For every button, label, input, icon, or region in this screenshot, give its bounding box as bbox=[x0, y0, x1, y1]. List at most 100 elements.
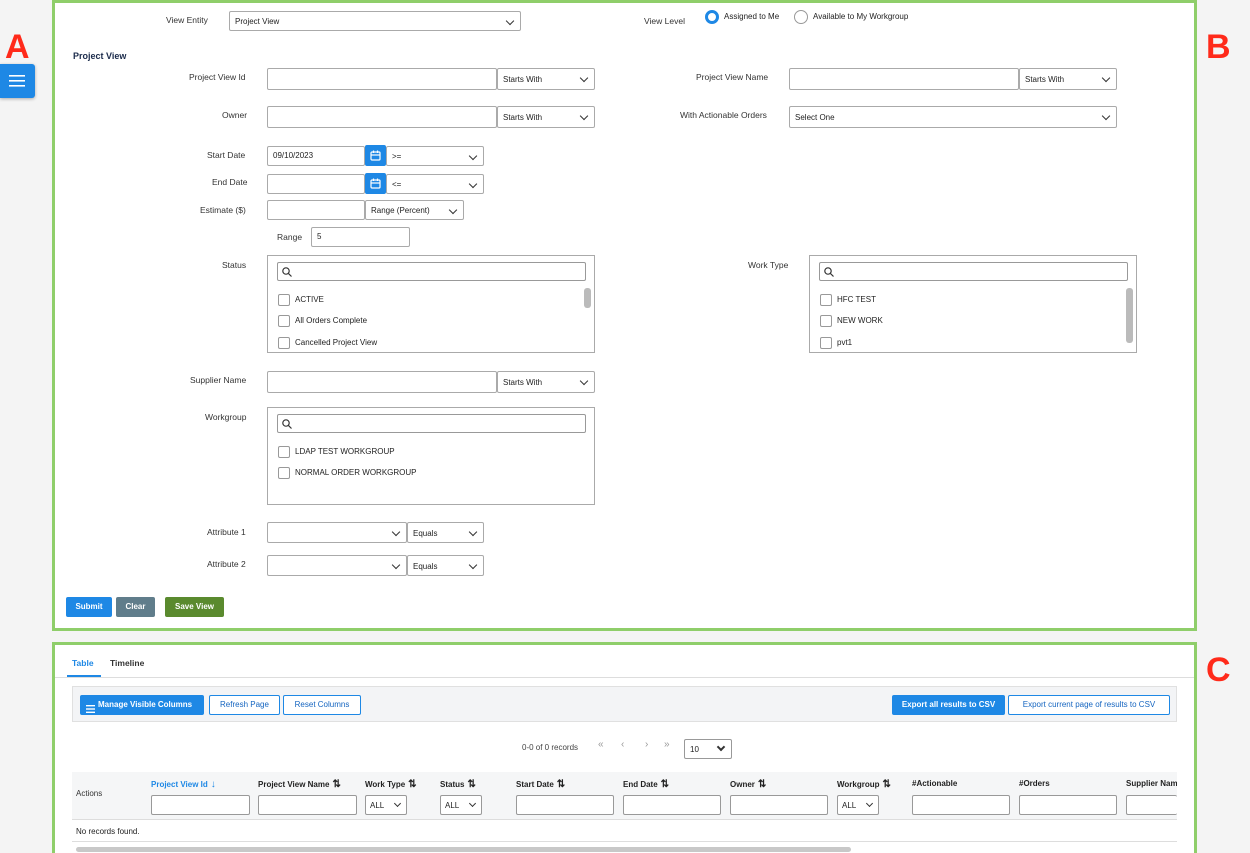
owner-input[interactable] bbox=[267, 106, 497, 128]
project-view-id-label: Project View Id bbox=[189, 72, 246, 82]
filter-start-date[interactable] bbox=[516, 795, 614, 815]
radio-label: Available to My Workgroup bbox=[813, 12, 909, 21]
filter-owner[interactable] bbox=[730, 795, 828, 815]
records-count: 0-0 of 0 records bbox=[522, 743, 579, 752]
project-view-id-input[interactable] bbox=[267, 68, 497, 90]
column-orders[interactable]: #Orders bbox=[1019, 779, 1050, 788]
column-start-date[interactable]: Start Date ⇅ bbox=[516, 779, 565, 790]
status-search-input[interactable] bbox=[277, 262, 586, 281]
range-input[interactable]: 5 bbox=[311, 227, 410, 247]
option-label: NEW WORK bbox=[837, 316, 883, 325]
manage-columns-button[interactable]: Manage Visible Columns bbox=[80, 695, 204, 715]
view-entity-label: View Entity bbox=[166, 15, 208, 25]
column-workgroup[interactable]: Workgroup ⇅ bbox=[837, 779, 891, 790]
actionable-select[interactable]: Select One bbox=[789, 106, 1117, 128]
submit-button[interactable]: Submit bbox=[66, 597, 112, 617]
filter-workgroup[interactable]: ALL bbox=[837, 795, 879, 815]
filter-project-view-id[interactable] bbox=[151, 795, 250, 815]
chevron-down-icon bbox=[865, 799, 874, 808]
project-view-name-input[interactable] bbox=[789, 68, 1019, 90]
horizontal-scrollbar[interactable] bbox=[76, 847, 851, 852]
column-actionable[interactable]: #Actionable bbox=[912, 779, 957, 788]
range-label: Range bbox=[277, 232, 303, 242]
end-date-calendar-button[interactable] bbox=[365, 173, 386, 194]
column-end-date[interactable]: End Date ⇅ bbox=[623, 779, 669, 790]
clear-button[interactable]: Clear bbox=[116, 597, 155, 617]
first-page-icon[interactable]: « bbox=[598, 739, 604, 750]
attribute-2-select[interactable] bbox=[267, 555, 407, 576]
checkbox-icon bbox=[278, 315, 290, 327]
estimate-input[interactable] bbox=[267, 200, 365, 220]
work-type-search-input[interactable] bbox=[819, 262, 1128, 281]
attribute-2-operator[interactable]: Equals bbox=[407, 555, 484, 576]
checkbox-icon bbox=[820, 315, 832, 327]
work-type-label: Work Type bbox=[748, 260, 789, 270]
start-date-calendar-button[interactable] bbox=[365, 145, 386, 166]
estimate-operator[interactable]: Range (Percent) bbox=[365, 200, 464, 220]
attribute-2-label: Attribute 2 bbox=[207, 559, 246, 569]
view-entity-value: Project View bbox=[235, 17, 280, 26]
operator-value: Equals bbox=[413, 562, 438, 571]
checkbox-icon bbox=[278, 467, 290, 479]
page-size-select[interactable]: 10 bbox=[684, 739, 732, 759]
save-view-button[interactable]: Save View bbox=[165, 597, 224, 617]
export-all-button[interactable]: Export all results to CSV bbox=[892, 695, 1005, 715]
chevron-down-icon bbox=[579, 73, 589, 83]
filter-actionable[interactable] bbox=[912, 795, 1010, 815]
refresh-page-button[interactable]: Refresh Page bbox=[209, 695, 280, 715]
filter-work-type[interactable]: ALL bbox=[365, 795, 407, 815]
calendar-icon bbox=[370, 178, 381, 189]
checkbox-icon bbox=[820, 337, 832, 349]
start-date-input[interactable]: 09/10/2023 bbox=[267, 146, 365, 166]
end-date-input[interactable] bbox=[267, 174, 365, 194]
section-title: Project View bbox=[73, 51, 127, 61]
project-view-id-operator[interactable]: Starts With bbox=[497, 68, 595, 90]
column-actions: Actions bbox=[76, 789, 103, 798]
chevron-down-icon bbox=[391, 560, 401, 570]
column-project-view-name[interactable]: Project View Name ⇅ bbox=[258, 779, 341, 790]
sort-icon: ⇅ bbox=[757, 779, 767, 790]
view-entity-select[interactable]: Project View bbox=[229, 11, 521, 31]
tab-table[interactable]: Table bbox=[72, 658, 94, 668]
owner-operator[interactable]: Starts With bbox=[497, 106, 595, 128]
export-page-button[interactable]: Export current page of results to CSV bbox=[1008, 695, 1170, 715]
option-label: pvt1 bbox=[837, 338, 853, 347]
radio-available-to-workgroup[interactable]: Available to My Workgroup bbox=[794, 10, 924, 24]
status-listbox: ACTIVE All Orders Complete Cancelled Pro… bbox=[267, 255, 595, 353]
chevron-down-icon bbox=[391, 527, 401, 537]
attribute-1-operator[interactable]: Equals bbox=[407, 522, 484, 543]
status-scrollbar[interactable] bbox=[584, 288, 591, 308]
project-view-name-operator[interactable]: Starts With bbox=[1019, 68, 1117, 90]
previous-page-icon[interactable]: ‹ bbox=[621, 739, 624, 750]
last-page-icon[interactable]: » bbox=[664, 739, 670, 750]
column-status[interactable]: Status ⇅ bbox=[440, 779, 476, 790]
workgroup-search-input[interactable] bbox=[277, 414, 586, 433]
owner-label: Owner bbox=[222, 110, 248, 120]
column-project-view-id[interactable]: Project View Id ↓ bbox=[151, 779, 216, 790]
chevron-down-icon bbox=[393, 799, 402, 808]
filter-project-view-name[interactable] bbox=[258, 795, 357, 815]
chevron-down-icon bbox=[468, 151, 478, 161]
column-supplier[interactable]: Supplier Nam bbox=[1126, 779, 1177, 788]
end-date-operator[interactable]: <= bbox=[386, 174, 484, 194]
option-label: ACTIVE bbox=[295, 295, 324, 304]
tab-timeline[interactable]: Timeline bbox=[110, 658, 144, 668]
search-icon bbox=[282, 419, 292, 429]
filter-orders[interactable] bbox=[1019, 795, 1117, 815]
filter-supplier[interactable] bbox=[1126, 795, 1177, 815]
radio-assigned-to-me[interactable]: Assigned to Me bbox=[705, 10, 800, 24]
attribute-1-select[interactable] bbox=[267, 522, 407, 543]
supplier-input[interactable] bbox=[267, 371, 497, 393]
menu-button[interactable] bbox=[0, 64, 35, 98]
filter-end-date[interactable] bbox=[623, 795, 721, 815]
radio-label: Assigned to Me bbox=[724, 12, 780, 21]
supplier-operator[interactable]: Starts With bbox=[497, 371, 595, 393]
column-owner[interactable]: Owner ⇅ bbox=[730, 779, 766, 790]
work-type-scrollbar[interactable] bbox=[1126, 288, 1133, 343]
start-date-operator[interactable]: >= bbox=[386, 146, 484, 166]
next-page-icon[interactable]: › bbox=[645, 739, 648, 750]
checkbox-icon bbox=[278, 446, 290, 458]
column-work-type[interactable]: Work Type ⇅ bbox=[365, 779, 417, 790]
filter-status[interactable]: ALL bbox=[440, 795, 482, 815]
reset-columns-button[interactable]: Reset Columns bbox=[283, 695, 361, 715]
